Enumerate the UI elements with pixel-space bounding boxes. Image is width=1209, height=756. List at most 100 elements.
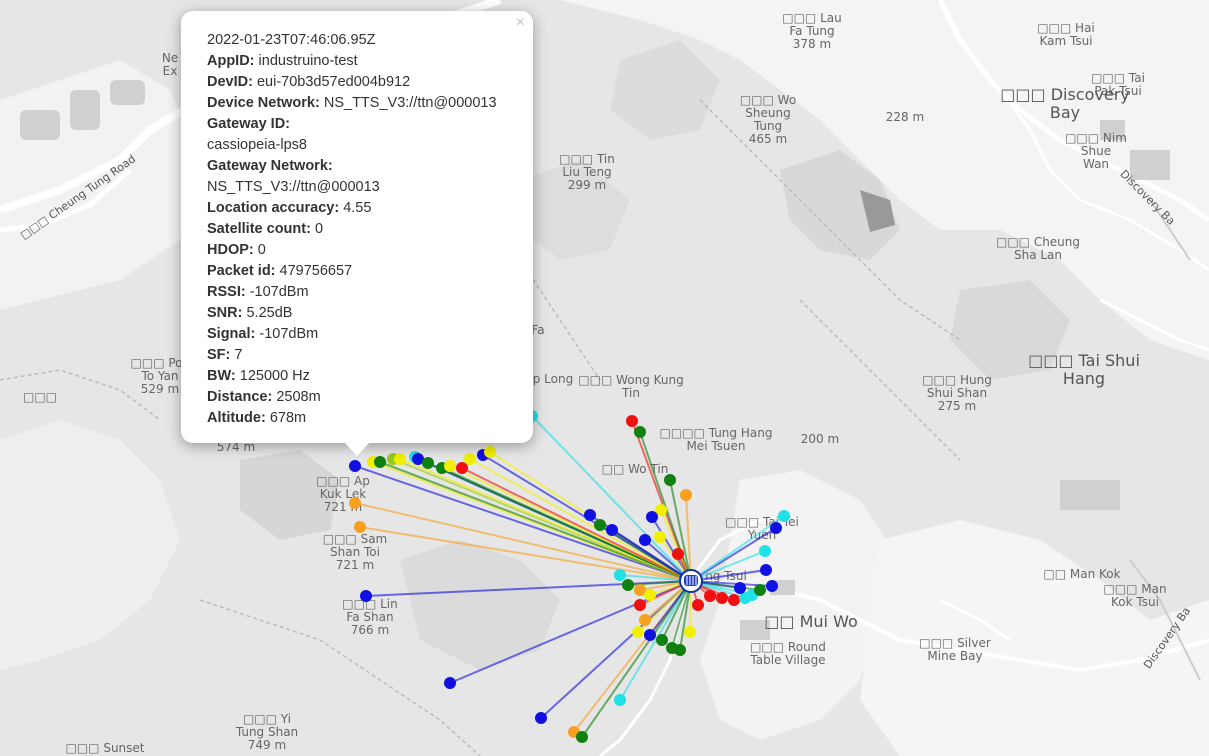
map-label-fa: Fa: [531, 323, 544, 337]
field-app-id: AppID: industruino-test: [207, 51, 525, 72]
measurement-point[interactable]: [766, 580, 778, 592]
field-value: 2508m: [276, 389, 321, 405]
measurement-point[interactable]: [674, 644, 686, 656]
measurement-point[interactable]: [634, 426, 646, 438]
measurement-point[interactable]: [680, 489, 692, 501]
measurement-point[interactable]: [422, 457, 434, 469]
field-rssi: RSSI: -107dBm: [207, 282, 525, 303]
field-value: 0: [314, 221, 324, 237]
measurement-point[interactable]: [692, 599, 704, 611]
map-label-p-long: p Long: [533, 372, 573, 386]
field-value: cassiopeia-lps8: [207, 137, 307, 153]
field-label: SNR:: [207, 305, 243, 321]
measurement-point[interactable]: [634, 599, 646, 611]
map-label-round-table-village: □□□ Round Table Village: [749, 640, 825, 667]
measurement-point[interactable]: [704, 590, 716, 602]
measurement-point[interactable]: [716, 592, 728, 604]
measurement-point[interactable]: [654, 531, 666, 543]
field-label: Location accuracy:: [207, 200, 340, 216]
field-value: 0: [257, 242, 266, 258]
field-label: RSSI:: [207, 284, 246, 300]
field-value: 7: [234, 347, 243, 363]
measurement-point[interactable]: [664, 474, 676, 486]
popup-fields: AppID: industruino-test DevID: eui-70b3d5…: [207, 51, 525, 429]
map-container[interactable]: □□□ Lau Fa Tung 378 m □□□ Hai Kam Tsui □□□ Ta…: [0, 0, 1209, 756]
measurement-point[interactable]: [349, 460, 361, 472]
measurement-point[interactable]: [754, 584, 766, 596]
field-altitude: Altitude: 678m: [207, 408, 525, 429]
measurement-point[interactable]: [444, 677, 456, 689]
measurement-point[interactable]: [684, 626, 696, 638]
gateway-marker[interactable]: [679, 569, 703, 593]
map-label-wo-tin: □□ Wo Tin: [602, 462, 669, 476]
gateway-icon: [684, 575, 698, 586]
measurement-point[interactable]: [464, 453, 476, 465]
measurement-point[interactable]: [760, 564, 772, 576]
field-label: SF:: [207, 347, 231, 363]
measurement-point[interactable]: [644, 629, 656, 641]
field-dev-id: DevID: eui-70b3d57ed004b912: [207, 72, 525, 93]
measurement-point[interactable]: [728, 594, 740, 606]
measurement-point[interactable]: [639, 534, 651, 546]
measurement-point[interactable]: [349, 497, 361, 509]
field-distance: Distance: 2508m: [207, 387, 525, 408]
measurement-point[interactable]: [614, 569, 626, 581]
measurement-point[interactable]: [614, 694, 626, 706]
field-packet-id: Packet id: 479756657: [207, 261, 525, 282]
measurement-point[interactable]: [584, 509, 596, 521]
field-label: Gateway Network:: [207, 158, 333, 174]
packet-timestamp: 2022-01-23T07:46:06.95Z: [207, 32, 376, 48]
field-label: Packet id:: [207, 263, 276, 279]
popup-tip: [344, 442, 370, 456]
field-label: BW:: [207, 368, 236, 384]
field-gateway-id-value: cassiopeia-lps8: [207, 135, 525, 156]
field-value: 479756657: [279, 263, 353, 279]
measurement-point[interactable]: [444, 460, 456, 472]
measurement-point[interactable]: [644, 589, 656, 601]
field-label: DevID:: [207, 74, 253, 90]
map-label-man-kok: □□ Man Kok: [1043, 567, 1120, 581]
field-value: 125000 Hz: [239, 368, 310, 384]
measurement-point[interactable]: [606, 524, 618, 536]
field-hdop: HDOP: 0: [207, 240, 525, 261]
measurement-point[interactable]: [354, 521, 366, 533]
field-gateway-network-value: NS_TTS_V3://ttn@000013: [207, 177, 525, 198]
map-label-ne-ex: Ne Ex: [162, 51, 178, 78]
measurement-point[interactable]: [734, 582, 746, 594]
field-device-network: Device Network: NS_TTS_V3://ttn@000013: [207, 93, 525, 114]
map-label-hai-kam-tsui: □□□ Hai Kam Tsui: [1037, 21, 1095, 48]
measurement-point[interactable]: [535, 712, 547, 724]
field-value: -107dBm: [259, 326, 319, 342]
measurement-point[interactable]: [374, 456, 386, 468]
field-label: Signal:: [207, 326, 256, 342]
measurement-point[interactable]: [360, 590, 372, 602]
field-bw: BW: 125000 Hz: [207, 366, 525, 387]
measurement-point[interactable]: [778, 510, 790, 522]
measurement-point[interactable]: [576, 731, 588, 743]
measurement-point[interactable]: [632, 626, 644, 638]
field-label: Gateway ID:: [207, 116, 290, 132]
field-value: 5.25dB: [246, 305, 293, 321]
measurement-point[interactable]: [646, 511, 658, 523]
measurement-point[interactable]: [622, 579, 634, 591]
measurement-point[interactable]: [759, 545, 771, 557]
popup-content: 2022-01-23T07:46:06.95Z AppID: industrui…: [207, 30, 525, 429]
measurement-point[interactable]: [394, 453, 406, 465]
measurement-point[interactable]: [672, 548, 684, 560]
map-label-left-small: □□□: [23, 390, 57, 404]
field-value: eui-70b3d57ed004b912: [256, 74, 411, 90]
measurement-point[interactable]: [456, 462, 468, 474]
measurement-point[interactable]: [484, 446, 496, 458]
field-value: 4.55: [343, 200, 372, 216]
map-label-mui-wo: □□ Mui Wo: [764, 612, 857, 631]
packet-info-popup: × 2022-01-23T07:46:06.95Z AppID: industr…: [181, 11, 533, 443]
measurement-point[interactable]: [626, 415, 638, 427]
measurement-point[interactable]: [594, 519, 606, 531]
measurement-point[interactable]: [656, 634, 668, 646]
field-label: AppID:: [207, 53, 255, 69]
measurement-point[interactable]: [639, 614, 651, 626]
measurement-point[interactable]: [770, 522, 782, 534]
field-location-accuracy: Location accuracy: 4.55: [207, 198, 525, 219]
map-label-man-kok-tsui: □□□ Man Kok Tsui: [1103, 582, 1166, 609]
field-label: Device Network:: [207, 95, 320, 111]
